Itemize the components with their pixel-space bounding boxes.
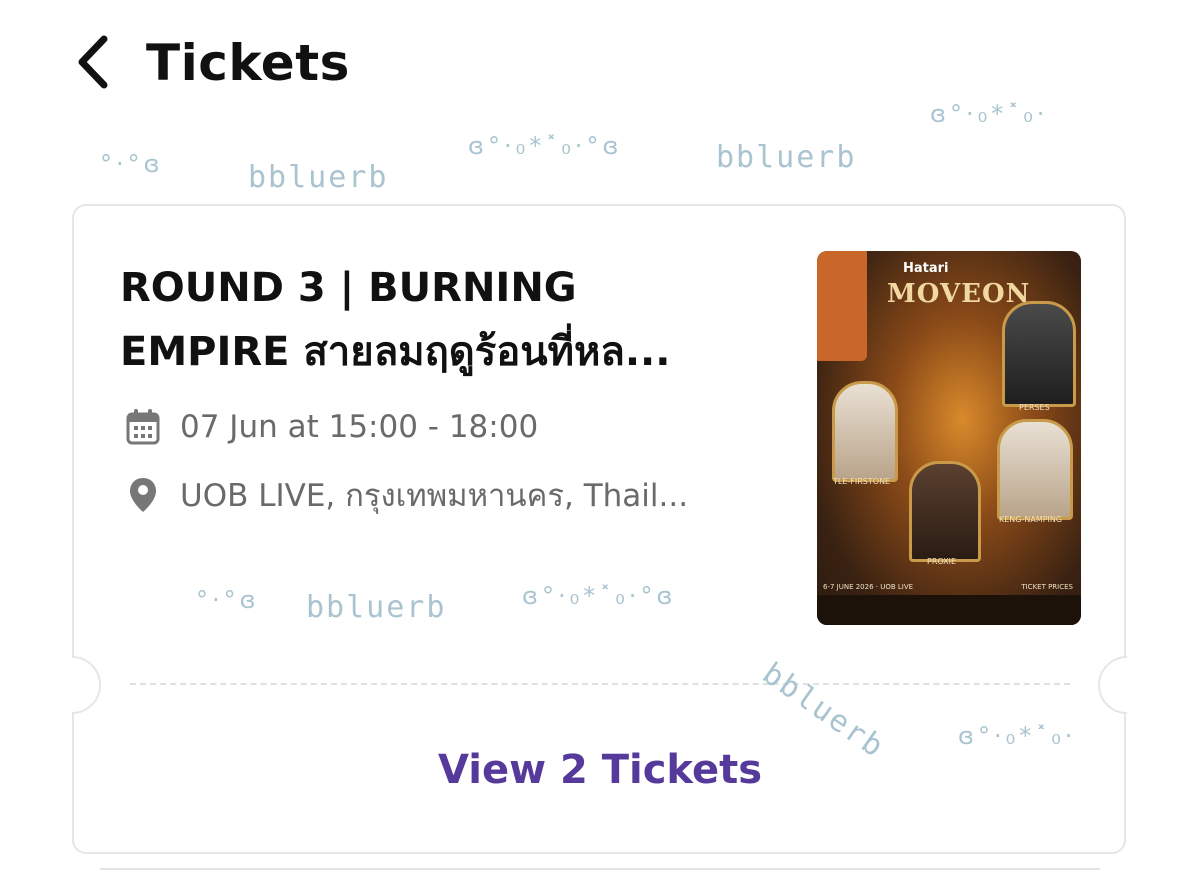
poster-label: PROXIE: [927, 557, 957, 566]
notch-cover: [70, 658, 74, 712]
chevron-left-icon: [78, 35, 108, 89]
poster-logo: MOVEON: [887, 279, 1031, 309]
header-bar: Tickets: [0, 0, 1200, 130]
poster-round-badge: [817, 251, 867, 361]
list-divider: [100, 868, 1100, 870]
poster-sponsor-strip: [817, 595, 1081, 625]
poster-label: TLE-FIRSTONE: [833, 477, 891, 486]
poster-footer-date: 6-7 JUNE 2026 · UOB LIVE: [823, 583, 914, 591]
poster-portrait: [1002, 301, 1076, 407]
poster-portrait: [997, 419, 1073, 520]
poster-footer-prices: TICKET PRICES: [1021, 583, 1073, 591]
watermark-symbols: °·°ɞ: [100, 150, 164, 178]
view-tickets-button[interactable]: View 2 Tickets: [330, 738, 870, 802]
poster-portrait: [832, 381, 898, 482]
poster-label: KENG-NAMPING: [999, 515, 1063, 524]
page-title: Tickets: [146, 34, 350, 92]
watermark-symbols: ɞ°·₀*˟₀·°ɞ: [468, 132, 623, 160]
back-button[interactable]: [66, 34, 118, 90]
notch-cover: [1124, 658, 1128, 712]
event-venue: UOB LIVE, กรุงเทพมหานคร, Thail...: [180, 478, 689, 514]
event-title: ROUND 3 | BURNING EMPIRE สายลมฤดูร้อนที่…: [120, 256, 780, 384]
poster-portrait: [909, 461, 981, 562]
event-title-line-2: EMPIRE สายลมฤดูร้อนที่หล...: [120, 329, 671, 375]
event-date-row: 07 Jun at 15:00 - 18:00: [124, 408, 538, 446]
watermark-text: bbluerb: [248, 160, 389, 195]
calendar-icon: [124, 408, 162, 446]
event-title-line-1: ROUND 3 | BURNING: [120, 265, 577, 311]
event-venue-row: UOB LIVE, กรุงเทพมหานคร, Thail...: [124, 470, 688, 520]
location-pin-icon: [124, 476, 162, 514]
poster-brand: Hatari: [903, 261, 949, 276]
watermark-text: bbluerb: [716, 140, 857, 175]
event-poster: Hatari MOVEON PERSES TLE-FIRSTONE KENG-N…: [817, 251, 1081, 625]
poster-label: PERSES: [1019, 403, 1050, 412]
event-date: 07 Jun at 15:00 - 18:00: [180, 409, 539, 445]
ticket-perforation: [130, 683, 1070, 685]
